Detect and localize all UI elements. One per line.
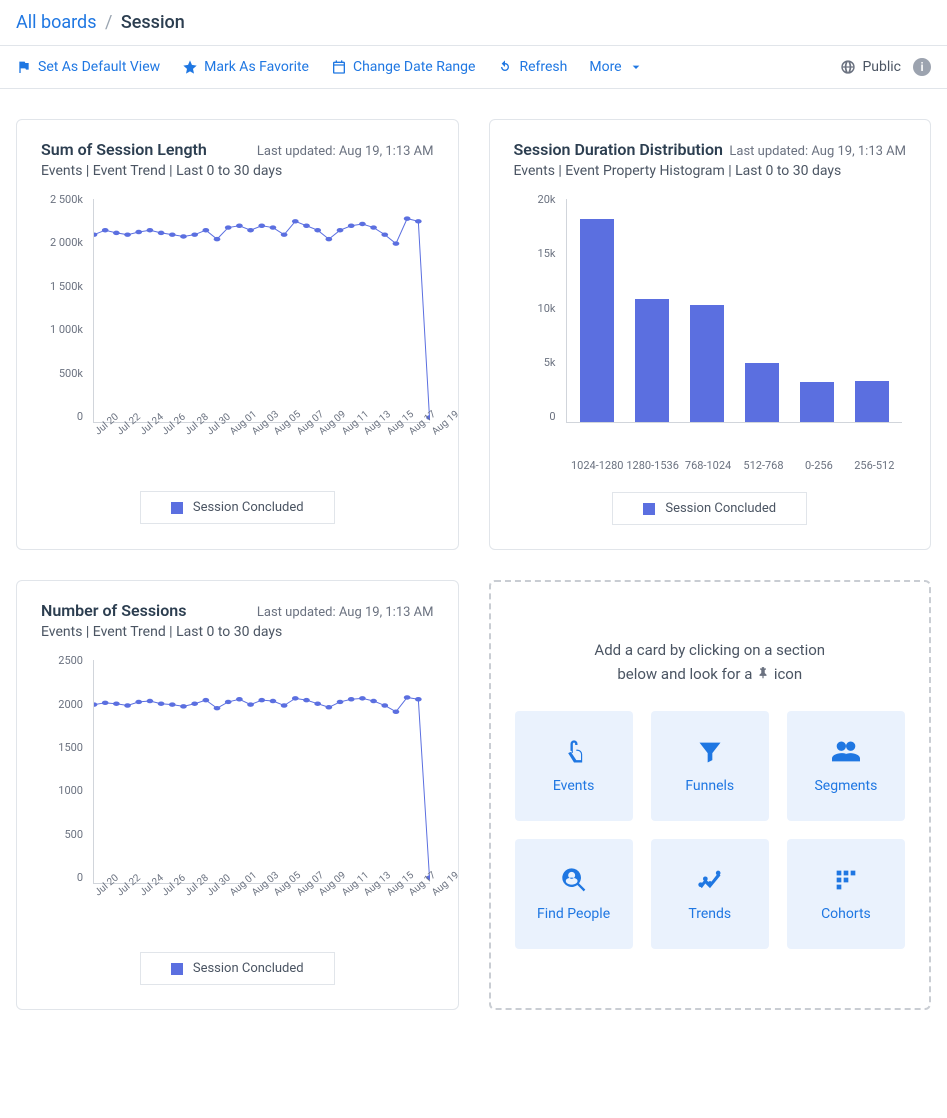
cohorts-icon	[832, 866, 860, 894]
breadcrumb-root[interactable]: All boards	[16, 12, 97, 33]
set-default-label: Set As Default View	[38, 59, 160, 75]
calendar-icon	[331, 59, 347, 75]
search-person-icon	[560, 866, 588, 894]
tile-label: Events	[553, 778, 594, 794]
line-chart[interactable]: 25002000150010005000 Jul 20Jul 22Jul 24J…	[41, 654, 434, 914]
y-axis: 20k15k10k5k0	[514, 193, 562, 423]
bar[interactable]	[635, 299, 669, 422]
bar[interactable]	[800, 382, 834, 422]
refresh-button[interactable]: Refresh	[497, 59, 567, 75]
card-title: Number of Sessions	[41, 601, 186, 620]
touch-icon	[560, 738, 588, 766]
card-subtitle: Events | Event Trend | Last 0 to 30 days	[41, 163, 434, 179]
tile-label: Funnels	[685, 778, 734, 794]
refresh-label: Refresh	[519, 59, 567, 75]
y-axis: 2 500k2 000k1 500k1 000k500k0	[41, 193, 89, 423]
legend-item[interactable]: Session Concluded	[140, 952, 335, 985]
add-card-text: Add a card by clicking on a section belo…	[515, 638, 906, 687]
legend-swatch	[171, 963, 183, 975]
breadcrumb-current: Session	[121, 12, 185, 33]
trends-icon	[696, 866, 724, 894]
card-title: Sum of Session Length	[41, 140, 207, 159]
globe-icon	[840, 59, 856, 75]
public-indicator[interactable]: Public	[840, 59, 901, 75]
legend: Session Concluded	[41, 952, 434, 985]
x-axis: Jul 20Jul 22Jul 24Jul 26Jul 28Jul 30Aug …	[93, 423, 430, 459]
card-subtitle: Events | Event Property Histogram | Last…	[514, 163, 907, 179]
x-axis: Jul 20Jul 22Jul 24Jul 26Jul 28Jul 30Aug …	[93, 884, 430, 920]
funnel-icon	[696, 738, 724, 766]
bar[interactable]	[855, 381, 889, 422]
card-updated: Last updated: Aug 19, 1:13 AM	[729, 144, 906, 159]
pin-icon	[756, 663, 770, 687]
legend: Session Concluded	[514, 492, 907, 525]
public-label: Public	[862, 59, 901, 75]
legend-item[interactable]: Session Concluded	[140, 491, 335, 524]
legend-label: Session Concluded	[193, 500, 304, 515]
card-updated: Last updated: Aug 19, 1:13 AM	[257, 144, 434, 159]
tile-funnels[interactable]: Funnels	[651, 711, 769, 821]
legend-item[interactable]: Session Concluded	[612, 492, 807, 525]
legend-label: Session Concluded	[665, 501, 776, 516]
flag-icon	[16, 59, 32, 75]
legend-swatch	[171, 502, 183, 514]
bar-chart[interactable]: 20k15k10k5k0	[514, 193, 907, 453]
card-number-of-sessions: Number of Sessions Last updated: Aug 19,…	[16, 580, 459, 1010]
card-sum-session-length: Sum of Session Length Last updated: Aug …	[16, 119, 459, 550]
plot-area	[566, 199, 903, 423]
bar[interactable]	[580, 219, 614, 422]
card-session-distribution: Session Duration Distribution Last updat…	[489, 119, 932, 550]
bar[interactable]	[690, 305, 724, 422]
legend-swatch	[643, 503, 655, 515]
toolbar: Set As Default View Mark As Favorite Cha…	[0, 46, 947, 89]
chevron-down-icon	[628, 59, 644, 75]
plot-area	[93, 660, 430, 884]
more-button[interactable]: More	[589, 59, 643, 75]
tile-label: Cohorts	[821, 906, 871, 922]
tile-label: Find People	[537, 906, 610, 922]
star-icon	[182, 59, 198, 75]
breadcrumb-sep: /	[105, 12, 112, 33]
set-default-button[interactable]: Set As Default View	[16, 59, 160, 75]
add-tile-grid: Events Funnels Segments Find People Tren…	[515, 711, 906, 949]
info-icon[interactable]: i	[913, 58, 931, 76]
bar[interactable]	[745, 363, 779, 422]
tile-events[interactable]: Events	[515, 711, 633, 821]
x-axis: 1024-12801280-1536768-1024512-7680-25625…	[566, 459, 907, 472]
tile-trends[interactable]: Trends	[651, 839, 769, 949]
card-subtitle: Events | Event Trend | Last 0 to 30 days	[41, 624, 434, 640]
tile-find-people[interactable]: Find People	[515, 839, 633, 949]
tile-segments[interactable]: Segments	[787, 711, 905, 821]
breadcrumb: All boards / Session	[0, 0, 947, 46]
card-title: Session Duration Distribution	[514, 140, 723, 159]
tile-label: Trends	[688, 906, 731, 922]
more-label: More	[589, 59, 621, 75]
favorite-button[interactable]: Mark As Favorite	[182, 59, 309, 75]
tile-label: Segments	[814, 778, 877, 794]
card-updated: Last updated: Aug 19, 1:13 AM	[257, 605, 434, 620]
date-range-label: Change Date Range	[353, 59, 475, 75]
add-card-panel: Add a card by clicking on a section belo…	[489, 580, 932, 1010]
refresh-icon	[497, 59, 513, 75]
line-chart[interactable]: 2 500k2 000k1 500k1 000k500k0 Jul 20Jul …	[41, 193, 434, 453]
people-icon	[832, 738, 860, 766]
legend: Session Concluded	[41, 491, 434, 524]
tile-cohorts[interactable]: Cohorts	[787, 839, 905, 949]
legend-label: Session Concluded	[193, 961, 304, 976]
plot-area	[93, 199, 430, 423]
favorite-label: Mark As Favorite	[204, 59, 309, 75]
y-axis: 25002000150010005000	[41, 654, 89, 884]
card-grid: Sum of Session Length Last updated: Aug …	[0, 89, 947, 1040]
date-range-button[interactable]: Change Date Range	[331, 59, 475, 75]
